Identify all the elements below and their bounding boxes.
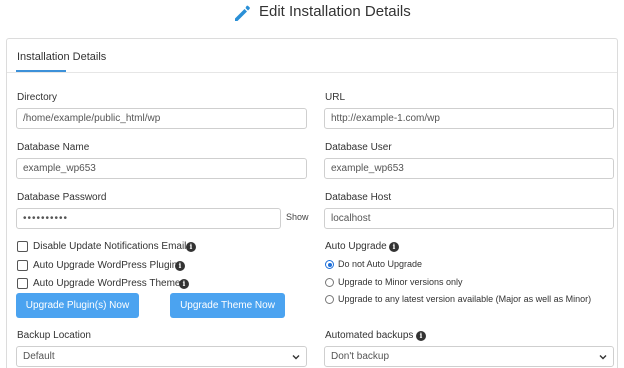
automated-backups-value: Don't backup — [331, 351, 390, 362]
database-user-label: Database User — [325, 142, 392, 153]
backup-location-select[interactable]: Default — [16, 346, 307, 367]
backup-location-value: Default — [23, 351, 55, 362]
disable-update-notifications-checkbox[interactable] — [17, 241, 28, 252]
radio-indicator[interactable] — [325, 278, 334, 287]
radio-label: Upgrade to Minor versions only — [338, 277, 463, 287]
backup-location-label: Backup Location — [17, 330, 91, 341]
disable-update-notifications-label: Disable Update Notifications Emails — [33, 241, 192, 252]
database-host-label: Database Host — [325, 192, 392, 203]
show-password-link[interactable]: Show — [286, 212, 309, 222]
radio-selected-indicator[interactable] — [325, 260, 334, 269]
installation-details-card: Installation Details Directory /home/exa… — [6, 38, 618, 368]
tab-installation-details[interactable]: Installation Details — [17, 51, 106, 63]
radio-label: Do not Auto Upgrade — [338, 259, 423, 269]
page-header: Edit Installation Details — [0, 0, 624, 26]
chevron-down-icon — [599, 355, 607, 360]
database-user-input[interactable]: example_wp653 — [324, 158, 614, 179]
upgrade-theme-button[interactable]: Upgrade Theme Now — [170, 293, 285, 318]
card-divider — [7, 72, 617, 73]
info-icon[interactable]: i — [175, 261, 185, 271]
url-input[interactable]: http://example-1.com/wp — [324, 108, 614, 129]
radio-indicator[interactable] — [325, 295, 334, 304]
auto-upgrade-plugins-checkbox[interactable] — [17, 260, 28, 271]
automated-backups-label: Automated backups — [325, 330, 414, 341]
page-title: Edit Installation Details — [259, 3, 411, 20]
directory-label: Directory — [17, 92, 58, 103]
auto-upgrade-themes-label: Auto Upgrade WordPress Themes — [33, 278, 186, 289]
upgrade-plugins-button[interactable]: Upgrade Plugin(s) Now — [16, 293, 139, 318]
auto-upgrade-label: Auto Upgrade — [325, 241, 387, 252]
database-name-label: Database Name — [17, 142, 90, 153]
database-password-input[interactable]: •••••••••• — [16, 208, 281, 229]
radio-label: Upgrade to any latest version available … — [338, 294, 592, 304]
database-host-input[interactable]: localhost — [324, 208, 614, 229]
chevron-down-icon — [292, 355, 300, 360]
automated-backups-select[interactable]: Don't backup — [324, 346, 614, 367]
auto-upgrade-plugins-label: Auto Upgrade WordPress Plugins — [33, 260, 183, 271]
url-label: URL — [325, 92, 346, 103]
info-icon[interactable]: i — [389, 242, 399, 252]
directory-input[interactable]: /home/example/public_html/wp — [16, 108, 307, 129]
info-icon[interactable]: i — [179, 279, 189, 289]
pencil-icon — [235, 5, 250, 21]
info-icon[interactable]: i — [186, 242, 196, 252]
auto-upgrade-themes-checkbox[interactable] — [17, 278, 28, 289]
info-icon[interactable]: i — [416, 331, 426, 341]
database-password-label: Database Password — [17, 192, 107, 203]
database-name-input[interactable]: example_wp653 — [16, 158, 307, 179]
